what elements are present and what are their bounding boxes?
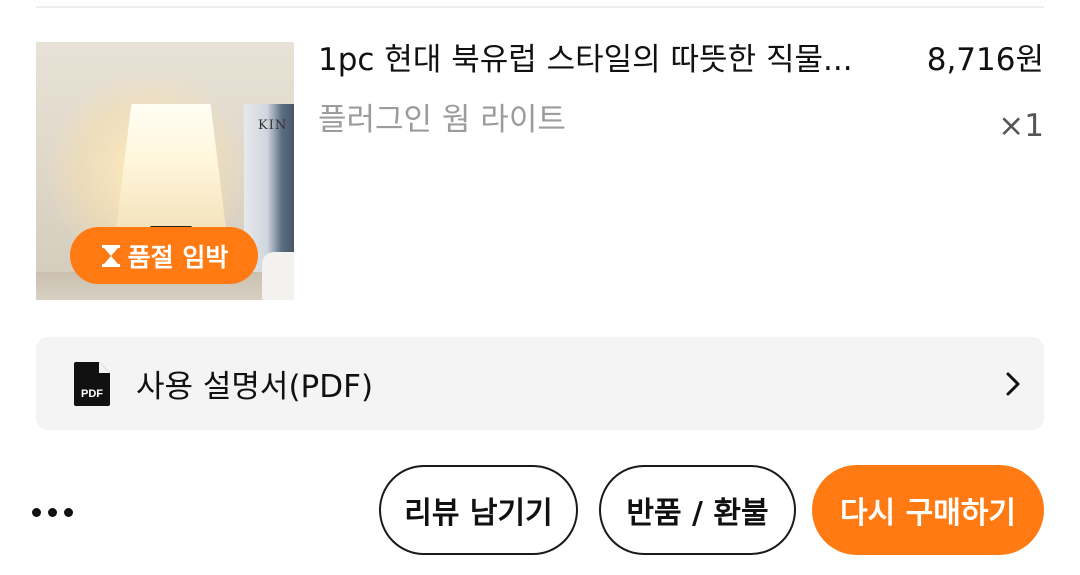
dot: [48, 507, 57, 517]
hourglass-icon: [101, 244, 120, 267]
svg-text:PDF: PDF: [81, 388, 103, 400]
return-refund-button[interactable]: 반품 / 환불: [599, 465, 796, 555]
dot: [64, 507, 73, 517]
buy-again-button[interactable]: 다시 구매하기: [812, 465, 1044, 555]
product-option: 플러그인 웜 라이트: [318, 102, 566, 138]
dot: [32, 507, 41, 517]
product-title[interactable]: 1pc 현대 북유럽 스타일의 따뜻한 직물...: [318, 38, 903, 82]
book-text: KIN: [258, 118, 288, 133]
cup-decor: [262, 252, 294, 300]
product-price: 8,716원: [926, 42, 1044, 78]
top-divider: [36, 6, 1044, 8]
manual-pdf-row[interactable]: PDF 사용 설명서(PDF): [36, 337, 1044, 430]
lamp-shade: [116, 104, 226, 229]
product-quantity: ×1: [998, 108, 1044, 144]
chevron-right-icon: [1006, 372, 1020, 395]
low-stock-badge: 품절 임박: [70, 227, 258, 284]
more-dots-icon[interactable]: [32, 494, 82, 530]
write-review-button[interactable]: 리뷰 남기기: [379, 465, 578, 555]
pdf-file-icon: PDF: [74, 361, 110, 406]
manual-label: 사용 설명서(PDF): [136, 369, 374, 405]
badge-label: 품절 임박: [127, 242, 229, 272]
